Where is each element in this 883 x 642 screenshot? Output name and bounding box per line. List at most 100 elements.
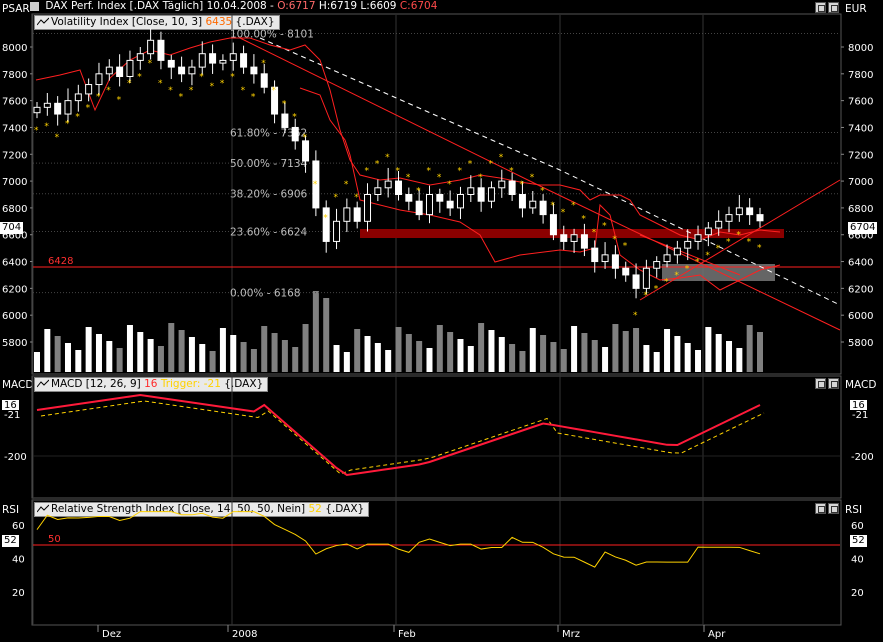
price-tick-left: 6800 bbox=[2, 204, 27, 215]
macd-panel-label: MACD bbox=[2, 379, 34, 391]
candle-body bbox=[508, 180, 516, 196]
psar-dot: * bbox=[168, 86, 173, 96]
price-right-value-box: 6704 bbox=[848, 222, 878, 234]
rsi-right-label: RSI bbox=[845, 504, 863, 516]
volume-bar bbox=[261, 326, 268, 372]
price-tick-right: 6400 bbox=[848, 258, 873, 269]
macd-left-value-2: -21 bbox=[2, 410, 23, 422]
psar-dot: * bbox=[736, 231, 741, 241]
psar-dot: * bbox=[127, 79, 132, 89]
rsi-tick-right: 40 bbox=[851, 555, 864, 566]
candle-body bbox=[673, 247, 681, 256]
candle-body bbox=[735, 207, 743, 216]
price-axis-right: 8000780076007400720070006800660064006200… bbox=[841, 43, 873, 349]
candle-body bbox=[343, 207, 351, 222]
candle-body bbox=[209, 53, 217, 64]
quote-open: O:6717 bbox=[277, 0, 316, 12]
price-tick-right: 8000 bbox=[848, 43, 873, 54]
volume-bar bbox=[622, 331, 629, 372]
psar-dot: * bbox=[540, 186, 545, 196]
rsi-restore-button[interactable] bbox=[815, 503, 826, 514]
price-legend[interactable]: Volatility Index [Close, 10, 3] 6435 {.D… bbox=[34, 15, 280, 30]
volume-bar bbox=[457, 339, 464, 372]
time-label: Dez bbox=[102, 629, 121, 640]
candle-body bbox=[188, 66, 196, 75]
macd-trigger-value: Trigger: -21 bbox=[160, 378, 221, 390]
candle-body bbox=[291, 126, 299, 142]
candle-body bbox=[456, 194, 464, 209]
macd-restore-button[interactable] bbox=[815, 378, 826, 389]
psar-dot: * bbox=[602, 221, 607, 231]
candle-body bbox=[694, 234, 702, 242]
volume-bar bbox=[757, 332, 763, 372]
volume-bar bbox=[478, 323, 485, 372]
price-restore-button[interactable] bbox=[815, 2, 826, 13]
psar-dot: * bbox=[695, 258, 700, 268]
psar-dot: * bbox=[623, 241, 628, 251]
psar-dot: * bbox=[272, 86, 277, 96]
volume-bar bbox=[302, 324, 309, 372]
volume-bar bbox=[705, 327, 712, 372]
psar-dot: * bbox=[664, 278, 669, 288]
psar-dot: * bbox=[571, 201, 576, 211]
price-tick-left: 7600 bbox=[2, 97, 27, 108]
price-maximize-button[interactable] bbox=[828, 2, 839, 13]
candle-body bbox=[436, 194, 444, 202]
volume-bar bbox=[374, 343, 381, 372]
psar-dot: * bbox=[426, 166, 431, 176]
psar-dot: * bbox=[561, 208, 566, 218]
fib-label: 0.00% - 6168 bbox=[230, 288, 301, 300]
quote-date: 10.04.2008 bbox=[206, 0, 267, 12]
fib-label: 61.80% - 7362 bbox=[230, 128, 307, 140]
psar-dot: * bbox=[612, 235, 617, 245]
price-legend-text: Volatility Index [Close, 10, 3] bbox=[51, 16, 203, 28]
price-legend-value: 6435 bbox=[205, 16, 233, 28]
fib-label: 100.00% - 8101 bbox=[230, 28, 314, 40]
volume-bar bbox=[106, 341, 113, 372]
volume-bar bbox=[95, 334, 102, 372]
macd-panel-frame bbox=[31, 375, 842, 499]
psar-dot: * bbox=[106, 86, 111, 96]
rsi-maximize-button[interactable] bbox=[828, 503, 839, 514]
candle-body bbox=[611, 254, 619, 269]
gap-box bbox=[662, 264, 775, 281]
volume-bar bbox=[664, 329, 671, 372]
rsi-tick-left: 60 bbox=[12, 521, 25, 532]
candle-body bbox=[684, 240, 692, 249]
line-style-icon bbox=[36, 504, 50, 514]
rsi-legend[interactable]: Relative Strength Index [Close, 14, 50, … bbox=[34, 502, 370, 517]
rsi-tick-right: 20 bbox=[851, 588, 864, 599]
psar-dot: * bbox=[519, 180, 524, 190]
candle-body bbox=[622, 267, 630, 276]
volume-bars bbox=[34, 291, 763, 372]
macd-tick-left: -200 bbox=[4, 452, 27, 463]
volume-bar bbox=[395, 327, 402, 372]
macd-legend-suffix: {.DAX} bbox=[224, 378, 264, 390]
candle-body bbox=[384, 180, 392, 189]
candle-body bbox=[467, 187, 475, 196]
instrument-name: DAX Perf. Index [.DAX Täglich] bbox=[45, 0, 204, 12]
rsi-line bbox=[36, 511, 761, 568]
psar-dot: * bbox=[530, 173, 535, 183]
candle-body bbox=[43, 102, 51, 108]
volume-bar bbox=[209, 351, 216, 372]
psar-dot: * bbox=[65, 119, 70, 129]
fibonacci-levels: 100.00% - 8101 61.80% - 7362 50.00% - 7134… bbox=[33, 28, 840, 300]
psar-dot: * bbox=[716, 244, 721, 254]
volume-bar bbox=[746, 325, 753, 372]
volume-bar bbox=[715, 334, 722, 372]
psar-dot: * bbox=[96, 93, 101, 103]
candle-body bbox=[157, 39, 165, 61]
macd-maximize-button[interactable] bbox=[828, 378, 839, 389]
psar-dot: * bbox=[654, 284, 659, 294]
candle-body bbox=[116, 66, 124, 78]
candle-body bbox=[560, 234, 568, 242]
quote-low: L:6609 bbox=[360, 0, 397, 12]
candle-body bbox=[33, 106, 41, 114]
quote-close: C:6704 bbox=[399, 0, 438, 12]
candle-body bbox=[405, 194, 413, 202]
rsi-tick-left: 40 bbox=[12, 555, 25, 566]
candle-body bbox=[601, 254, 609, 263]
rsi-panel-frame bbox=[31, 499, 842, 626]
macd-legend[interactable]: MACD [12, 26, 9] 16 Trigger: -21 {.DAX} bbox=[34, 377, 269, 392]
